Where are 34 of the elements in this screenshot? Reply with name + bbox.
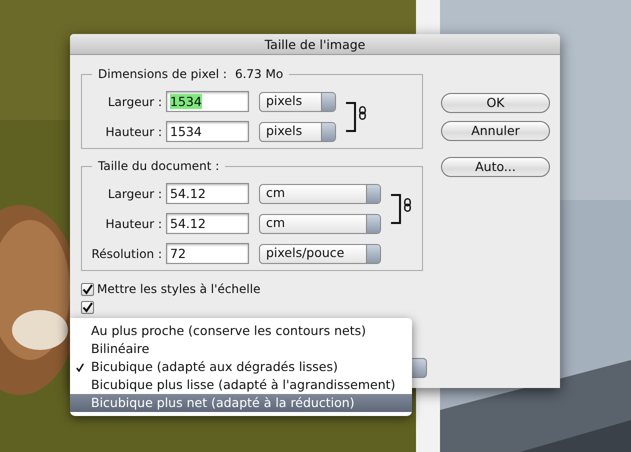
text-field[interactable]: 54.12 (166, 213, 249, 234)
group-legend: Dimensions de pixel : (98, 67, 227, 82)
menu-item[interactable]: Bicubique plus net (adapté à la réduction) (70, 394, 412, 412)
field-label: Hauteur : (104, 124, 163, 140)
text-field[interactable]: 1534 (166, 121, 249, 142)
text-field[interactable]: 54.12 (166, 183, 249, 204)
check-icon (76, 362, 84, 372)
unit-select[interactable]: pixels (259, 92, 336, 112)
field-label: Résolution : (90, 246, 163, 262)
field-label: Hauteur : (104, 216, 163, 232)
unit-select[interactable]: pixels/pouce (259, 244, 381, 264)
menu-item[interactable]: Bicubique plus lisse (adapté à l'agrandissement) (70, 376, 412, 394)
link-bracket (391, 194, 401, 224)
dialog-button[interactable]: OK (441, 93, 550, 113)
menu-item[interactable]: Au plus proche (conserve les contours nets) (70, 322, 412, 340)
window-title: Taille de l'image (70, 34, 560, 55)
link-bracket (346, 102, 356, 132)
select-arrows-icon[interactable] (412, 358, 427, 378)
file-size: 6.73 Mo (234, 67, 284, 82)
text-field[interactable]: 72 (166, 243, 249, 264)
unit-select[interactable]: cm (259, 214, 381, 234)
text-field[interactable]: 1534 (166, 91, 249, 112)
checkbox-label: Mettre les styles à l'échelle (97, 281, 260, 298)
dialog-button[interactable]: Auto... (441, 157, 550, 177)
menu-item[interactable]: Bicubique (adapté aux dégradés lisses) (70, 358, 412, 376)
unit-select[interactable]: pixels (259, 122, 336, 142)
field-label: Largeur : (106, 94, 163, 110)
field-label: Largeur : (106, 186, 163, 202)
group-legend: Taille du document : (98, 159, 220, 174)
checkbox[interactable] (81, 282, 94, 296)
checkbox[interactable] (81, 300, 94, 314)
unit-select[interactable]: cm (259, 184, 381, 204)
dialog-button[interactable]: Annuler (441, 121, 550, 141)
menu-item[interactable]: Bilinéaire (70, 340, 412, 358)
